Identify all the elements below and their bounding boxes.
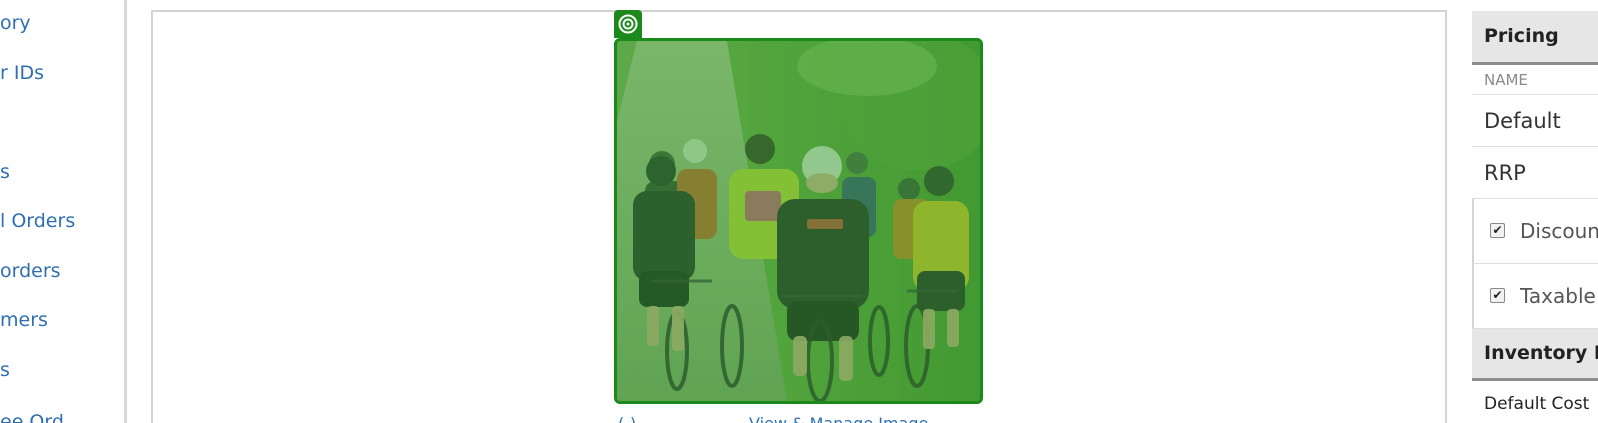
cyclists-image	[617, 41, 980, 401]
product-image[interactable]	[614, 38, 983, 404]
sidebar: ory r IDs s l Orders orders mers s ee Or…	[0, 0, 127, 423]
app-frame: ory r IDs s l Orders orders mers s ee Or…	[0, 0, 1598, 423]
inventory-header: Inventory D	[1472, 329, 1598, 381]
discountable-checkbox[interactable]: ✔	[1490, 223, 1505, 238]
name-column-label: NAME	[1484, 71, 1528, 89]
price-row-label: Default	[1484, 109, 1561, 133]
sidebar-item-customers[interactable]: mers	[0, 308, 48, 332]
sidebar-item-all-orders[interactable]: l Orders	[0, 209, 75, 233]
sidebar-item-free-orders[interactable]: ee Ord	[0, 410, 64, 423]
main-image-target-icon[interactable]	[614, 10, 642, 38]
taxable-row: ✔ Taxable	[1472, 264, 1598, 329]
pricing-name-column-header: NAME	[1472, 65, 1598, 95]
sidebar-item-preorders[interactable]: orders	[0, 259, 61, 283]
discountable-row: ✔ Discoun	[1472, 199, 1598, 264]
default-cost-row: Default Cost	[1472, 389, 1598, 419]
pricing-header-title: Pricing	[1484, 25, 1559, 47]
taxable-label: Taxable	[1520, 284, 1596, 308]
pricing-header: Pricing	[1472, 11, 1598, 65]
taxable-checkbox[interactable]: ✔	[1490, 288, 1505, 303]
view-manage-image-link[interactable]: View & Manage Image	[749, 414, 928, 423]
sidebar-item-identifiers[interactable]: r IDs	[0, 61, 44, 85]
sidebar-item-orders[interactable]: s	[0, 160, 10, 184]
default-cost-label: Default Cost	[1484, 394, 1590, 414]
price-row-default[interactable]: Default	[1472, 95, 1598, 147]
discountable-label: Discoun	[1520, 219, 1598, 243]
sidebar-item-inventory[interactable]: ory	[0, 11, 31, 35]
image-meta-text: (-)	[618, 414, 636, 423]
price-row-label: RRP	[1484, 161, 1526, 185]
pricing-panel: Pricing NAME Default RRP ✔ Discoun ✔ Tax…	[1472, 11, 1598, 423]
inventory-header-title: Inventory D	[1484, 342, 1598, 364]
price-row-rrp[interactable]: RRP	[1472, 147, 1598, 199]
sidebar-item-reports[interactable]: s	[0, 358, 10, 382]
